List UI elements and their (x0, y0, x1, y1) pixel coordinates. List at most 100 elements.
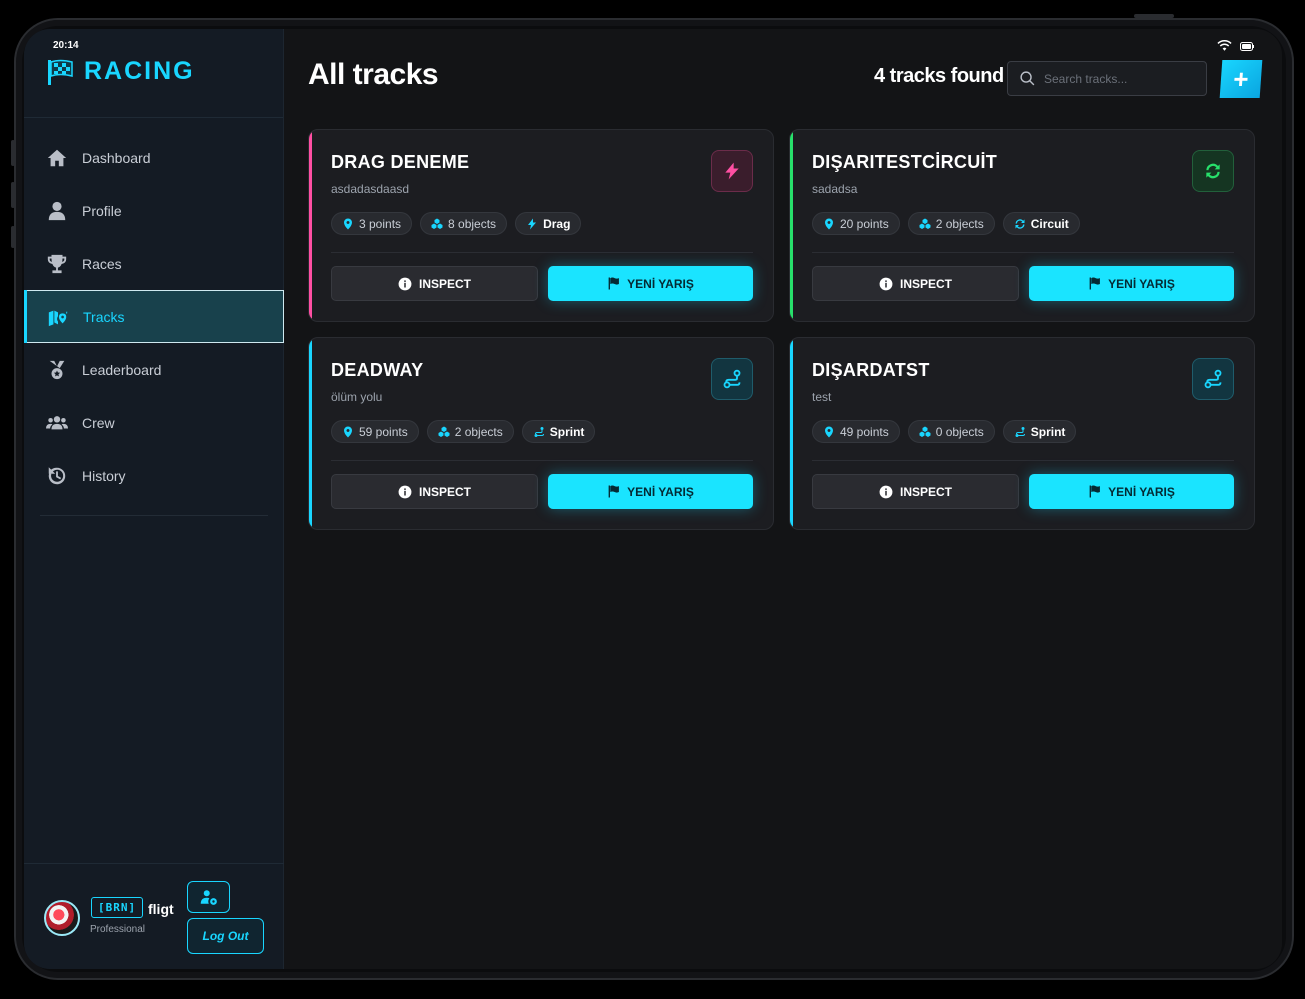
users-icon (46, 415, 68, 429)
username: fligt (148, 901, 174, 917)
card-accent (790, 338, 793, 529)
brand[interactable]: RACING (46, 57, 195, 86)
checkered-flag-icon (48, 59, 73, 85)
info-icon (398, 485, 412, 498)
inspect-label: INSPECT (418, 276, 471, 291)
avatar[interactable] (44, 900, 80, 936)
crew-tag: [BRN] (91, 897, 144, 918)
card-accent (309, 338, 312, 529)
card-divider (812, 460, 1234, 461)
card-divider (331, 252, 753, 253)
objects-label: 0 objects (935, 424, 984, 439)
new-race-label: YENİ YARIŞ (1108, 276, 1175, 291)
logout-button[interactable]: Log Out (187, 918, 264, 954)
objects-label: 2 objects (935, 216, 984, 231)
search-input[interactable] (1044, 71, 1194, 86)
sidebar-item-label: Leaderboard (82, 361, 162, 378)
sidebar-divider (40, 515, 268, 516)
sidebar-item-history[interactable]: History (24, 449, 284, 502)
new-race-button[interactable]: YENİ YARIŞ (1029, 266, 1234, 301)
track-description: test (812, 390, 832, 404)
app-screen: 20:14 RACING Dashboard Profile Races Tra… (24, 29, 1282, 969)
user-settings-button[interactable] (187, 881, 230, 913)
page-title: All tracks (308, 58, 439, 91)
points-chip: 59 points (331, 420, 419, 443)
status-icons (1217, 40, 1254, 52)
sidebar-item-label: Races (82, 255, 122, 272)
sidebar-item-label: Dashboard (82, 149, 151, 166)
track-description: ölüm yolu (331, 390, 383, 404)
sidebar-item-label: History (82, 467, 126, 484)
battery-icon (1240, 41, 1254, 51)
points-chip: 3 points (331, 212, 413, 235)
bolt-icon (528, 218, 537, 229)
new-race-label: YENİ YARIŞ (1108, 484, 1175, 499)
sidebar-item-crew[interactable]: Crew (24, 396, 284, 449)
inspect-label: INSPECT (899, 484, 952, 499)
track-chips: 49 points 0 objects Sprint (812, 420, 1077, 443)
type-label: Drag (543, 216, 571, 231)
sidebar-item-label: Tracks (83, 308, 125, 325)
type-label: Sprint (1030, 424, 1066, 439)
track-name: DEADWAY (331, 360, 424, 380)
type-chip: Sprint (1002, 420, 1077, 443)
card-accent (790, 130, 793, 321)
sidebar-item-tracks[interactable]: Tracks (24, 290, 284, 343)
sidebar-item-profile[interactable]: Profile (24, 184, 284, 237)
track-description: sadadsa (812, 182, 858, 196)
type-chip: Drag (515, 212, 582, 235)
new-race-button[interactable]: YENİ YARIŞ (548, 474, 753, 509)
inspect-label: INSPECT (418, 484, 471, 499)
inspect-button[interactable]: INSPECT (331, 266, 538, 301)
device-camera (1134, 14, 1174, 18)
new-race-label: YENİ YARIŞ (627, 276, 694, 291)
type-chip: Circuit (1002, 212, 1080, 235)
sidebar-item-label: Profile (82, 202, 122, 219)
sync-icon (1015, 218, 1025, 229)
track-name: DIŞARITESTCİRCUİT (812, 152, 998, 172)
track-card: DIŞARITESTCİRCUİT sadadsa 20 points 2 ob… (789, 129, 1255, 322)
card-accent (309, 130, 312, 321)
new-race-button[interactable]: YENİ YARIŞ (548, 266, 753, 301)
sidebar-item-dashboard[interactable]: Dashboard (24, 131, 284, 184)
bolt-icon (725, 162, 739, 180)
device-side-button (11, 226, 15, 248)
history-icon (48, 466, 66, 484)
type-label: Sprint (549, 424, 585, 439)
brand-name: RACING (84, 57, 195, 85)
cubes-icon (919, 218, 931, 229)
inspect-button[interactable]: INSPECT (812, 474, 1019, 509)
sidebar-item-label: Crew (82, 414, 115, 431)
track-name: DRAG DENEME (331, 152, 470, 172)
inspect-button[interactable]: INSPECT (812, 266, 1019, 301)
sidebar-item-leaderboard[interactable]: Leaderboard (24, 343, 284, 396)
medal-icon (49, 360, 65, 379)
points-label: 20 points (840, 216, 889, 231)
sidebar-item-races[interactable]: Races (24, 237, 284, 290)
info-icon (879, 485, 893, 498)
add-track-button[interactable]: + (1219, 60, 1263, 98)
flag-icon (608, 485, 620, 498)
cubes-icon (919, 426, 931, 437)
points-label: 49 points (840, 424, 889, 439)
points-chip: 20 points (812, 212, 900, 235)
sidebar-divider (24, 117, 283, 118)
card-divider (812, 252, 1234, 253)
track-description: asdadasdaasd (331, 182, 410, 196)
user-icon (48, 201, 66, 220)
route-icon (534, 426, 544, 437)
track-name: DIŞARDATST (812, 360, 930, 380)
trophy-icon (47, 254, 67, 273)
cubes-icon (438, 426, 450, 437)
track-type-badge (711, 150, 753, 192)
track-type-badge (711, 358, 753, 400)
map-pin-icon (344, 426, 352, 437)
sync-icon (1206, 163, 1220, 179)
inspect-button[interactable]: INSPECT (331, 474, 538, 509)
inspect-label: INSPECT (899, 276, 952, 291)
search-box[interactable] (1007, 61, 1207, 96)
new-race-button[interactable]: YENİ YARIŞ (1029, 474, 1234, 509)
track-card: DRAG DENEME asdadasdaasd 3 points 8 obje… (308, 129, 774, 322)
info-icon (879, 277, 893, 290)
sidebar-nav: Dashboard Profile Races Tracks Leaderboa… (24, 131, 284, 502)
